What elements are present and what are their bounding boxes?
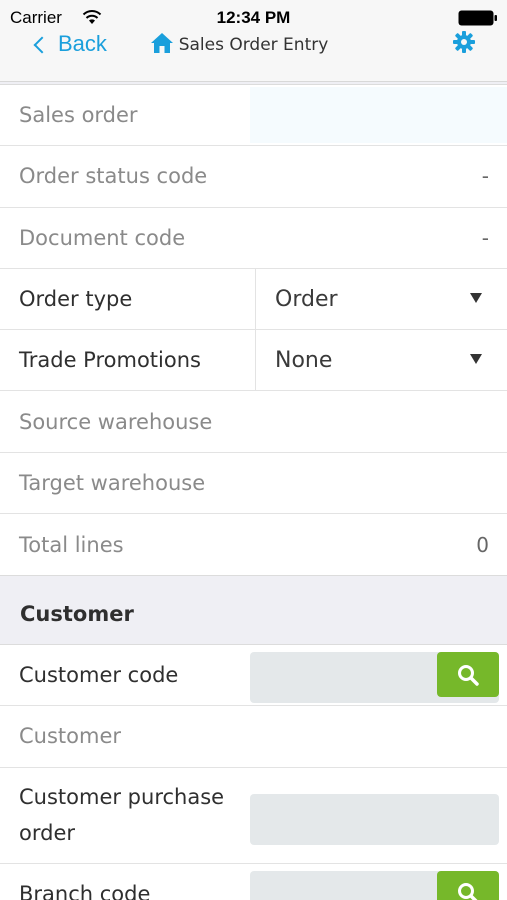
- customer-po-row: Customer purchase order: [0, 768, 507, 864]
- total-lines-row: Total lines 0: [0, 514, 507, 575]
- order-status-label: Order status code: [19, 164, 208, 189]
- order-header-form: Sales order Order status code - Document…: [0, 84, 507, 577]
- trade-promotions-row: Trade Promotions None: [0, 330, 507, 392]
- document-code-row: Document code -: [0, 208, 507, 269]
- order-type-value: Order: [275, 286, 338, 312]
- clock: 12:34 PM: [216, 8, 291, 27]
- dropdown-arrow-icon: [470, 354, 482, 365]
- gear-icon[interactable]: [452, 30, 476, 54]
- trade-promotions-value: None: [275, 347, 333, 373]
- nav-bar: Back Sales Order Entry: [0, 31, 507, 82]
- target-warehouse-row: Target warehouse: [0, 453, 507, 515]
- sales-order-label: Sales order: [19, 103, 138, 128]
- total-lines-value: 0: [476, 532, 489, 557]
- customer-code-search-button[interactable]: [437, 652, 499, 697]
- customer-label: Customer: [19, 724, 122, 749]
- order-type-label: Order type: [19, 287, 133, 312]
- total-lines-label: Total lines: [19, 532, 124, 557]
- branch-code-row: Branch code: [0, 864, 507, 900]
- source-warehouse-label: Source warehouse: [19, 409, 213, 434]
- target-warehouse-label: Target warehouse: [19, 470, 206, 495]
- order-status-value: -: [481, 164, 489, 189]
- page-title: Sales Order Entry: [178, 35, 329, 55]
- branch-code-label: Branch code: [19, 882, 151, 900]
- customer-row: Customer: [0, 706, 507, 768]
- trade-promotions-label: Trade Promotions: [19, 348, 201, 373]
- order-status-row: Order status code -: [0, 146, 507, 208]
- sales-order-input[interactable]: [250, 87, 507, 144]
- document-code-label: Document code: [19, 225, 186, 250]
- trade-promotions-select[interactable]: None: [255, 330, 507, 391]
- search-icon: [458, 664, 479, 686]
- customer-code-label: Customer code: [19, 663, 179, 688]
- battery-icon: [458, 10, 497, 26]
- customer-form: Customer code Customer Customer purchase…: [0, 644, 507, 900]
- order-type-row: Order type Order: [0, 268, 507, 331]
- search-icon: [458, 883, 478, 900]
- customer-po-input[interactable]: [250, 793, 499, 845]
- document-code-value: -: [481, 225, 489, 250]
- sales-order-row: Sales order: [0, 85, 507, 147]
- dropdown-arrow-icon: [470, 293, 482, 304]
- branch-code-search-button[interactable]: [437, 870, 499, 900]
- customer-section-title: Customer: [20, 602, 134, 626]
- source-warehouse-row: Source warehouse: [0, 391, 507, 453]
- order-type-select[interactable]: Order: [255, 268, 507, 330]
- customer-po-label: Customer purchase order: [19, 785, 225, 846]
- customer-code-row: Customer code: [0, 645, 507, 707]
